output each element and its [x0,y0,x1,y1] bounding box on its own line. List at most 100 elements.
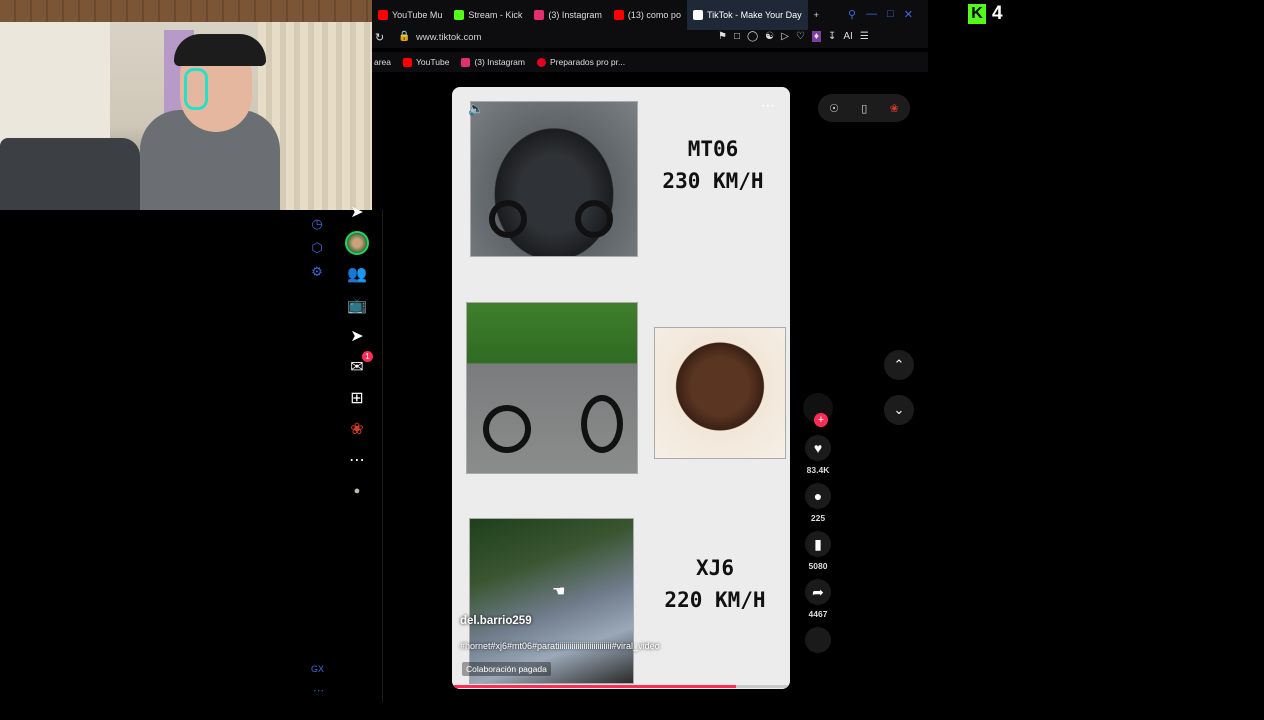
share-count: 4467 [808,609,828,619]
followed-accounts-icon[interactable]: ● [345,479,369,503]
download-icon[interactable]: ↧ [828,31,836,42]
paid-partnership-label: Colaboración pagada [462,662,551,676]
shield-icon[interactable]: ◯ [747,31,758,42]
previous-video-button[interactable]: ⌃ [884,350,914,380]
share-icon[interactable]: ➦ [805,579,831,605]
bookmark-item[interactable]: Preparados pro pr... [536,57,626,67]
phone-icon[interactable]: ▯ [861,102,867,115]
snapshot-icon[interactable]: □ [734,31,740,42]
pin-icon[interactable]: ⚑ [718,31,727,42]
creator-avatar[interactable]: + [803,393,833,427]
close-icon[interactable]: ✕ [904,8,913,21]
webcam-wall [0,22,110,152]
tab-youtube[interactable]: (13) como po [608,0,687,30]
gx-label[interactable]: GX [311,664,324,674]
bookmark-icon[interactable]: ▮ [805,531,831,557]
tiktok-video[interactable]: MT06 230 KM/H XJ6 220 KM/H 🔈 ⋯ del.barri… [452,87,790,689]
profile-icon[interactable]: ❀ [345,417,369,441]
inbox-badge: 1 [362,351,373,362]
video-progress-bar[interactable] [452,685,790,688]
tab-label: (3) Instagram [548,10,602,20]
search-icon[interactable]: ⚲ [848,8,856,21]
bookmarks-bar: area YouTube (3) Instagram Preparados pr… [372,52,928,72]
video-actions: + ♥ 83.4K ● 225 ▮ 5080 ➦ 4467 [800,393,836,653]
lock-icon: 🔒 [398,31,411,42]
menu-icon[interactable]: ☰ [860,31,869,42]
reaction-face-photo [654,327,786,459]
next-video-button[interactable]: ⌄ [884,395,914,425]
wheel-shape [483,405,531,453]
translate-icon[interactable]: ☯ [765,31,774,42]
url-field[interactable]: www.tiktok.com [416,32,481,43]
compass-icon[interactable]: ☉ [829,102,839,115]
more-dots-icon[interactable]: ⋯ [313,684,324,697]
webcam-ceiling [0,0,372,22]
webcam-bed [0,138,140,210]
tab-instagram[interactable]: (3) Instagram [528,0,608,30]
history-icon[interactable]: ◷ [308,216,326,234]
spec-top-model: MT06 [687,137,739,161]
streamer-headset [184,68,208,110]
tab-label: (13) como po [627,10,681,20]
instagram-icon [461,57,471,67]
minimize-icon[interactable]: — [866,8,877,21]
tab-youtube-music[interactable]: YouTube Mu [372,0,448,30]
ai-icon[interactable]: AI [843,31,852,42]
youtube-music-icon [378,10,388,20]
sound-disc-icon[interactable] [805,627,831,653]
extension-icon[interactable]: ♦ [811,31,821,42]
bookmark-label: (3) Instagram [474,57,525,67]
kick-logo-icon: K [968,4,986,24]
user-avatar-icon[interactable]: ❀ [890,102,899,115]
instagram-icon [534,10,545,20]
bookmark-item[interactable]: (3) Instagram [461,57,525,67]
bookmark-item[interactable]: area [374,57,391,67]
pinterest-icon [536,57,546,67]
tab-kick[interactable]: Stream - Kick [448,0,528,30]
live-icon[interactable]: 📺 [345,293,369,317]
video-username[interactable]: del.barrio259 [460,615,532,627]
youtube-icon [613,10,624,20]
wheel-shape [581,395,623,453]
avatar[interactable] [345,231,369,255]
like-heart-icon[interactable]: ♥ [805,435,831,461]
tab-label: Stream - Kick [468,10,523,20]
follow-plus-icon[interactable]: + [814,413,828,427]
following-icon[interactable]: 👥 [345,262,369,286]
play-icon[interactable]: ▷ [781,31,789,42]
video-hashtags[interactable]: #hornet#xj6#mt06#paratiiiiiiiiiiiiiiiiii… [460,641,660,651]
new-tab-button[interactable]: + [808,0,825,30]
bookmark-label: Preparados pro pr... [549,57,626,67]
xj6-photo [469,518,634,684]
progress-fill [452,685,736,688]
address-bar-icons: ⚑ □ ◯ ☯ ▷ ♡ ♦ ↧ AI ☰ [718,31,869,42]
heart-icon[interactable]: ♡ [796,31,805,42]
bookmark-item[interactable]: YouTube [403,57,449,67]
messages-icon[interactable]: ➤ [345,324,369,348]
reload-icon[interactable]: ↻ [375,31,384,44]
inbox-icon[interactable]: ✉ 1 [345,351,373,379]
explore-icon[interactable]: ➤ [345,200,369,224]
volume-icon[interactable]: 🔈 [468,101,484,117]
window-controls: ⚲ — □ ✕ [848,8,913,21]
more-icon[interactable]: ⋯ [345,448,369,472]
maximize-icon[interactable]: □ [887,8,894,21]
tab-tiktok[interactable]: TikTok - Make Your Day [686,0,808,30]
spec-bottom: XJ6 220 KM/H [642,552,788,616]
tab-label: TikTok - Make Your Day [706,10,802,20]
kick-icon [454,10,465,20]
streamer-cap [174,34,266,66]
comment-icon[interactable]: ● [805,483,831,509]
youtube-icon [403,57,413,67]
spec-top: MT06 230 KM/H [642,133,784,197]
more-options-icon[interactable]: ⋯ [761,97,776,114]
upload-icon[interactable]: ⊞ [345,386,369,410]
extensions-icon[interactable]: ⬡ [308,240,326,258]
like-count: 83.4K [806,465,830,475]
kick-viewer-count: 4 [992,3,1003,24]
bookmark-label: area [374,57,392,67]
wheel-shape [489,200,527,238]
mt06-photo [470,101,638,257]
top-right-controls: ☉ ▯ ❀ [818,94,910,122]
settings-icon[interactable]: ⚙ [308,264,326,282]
